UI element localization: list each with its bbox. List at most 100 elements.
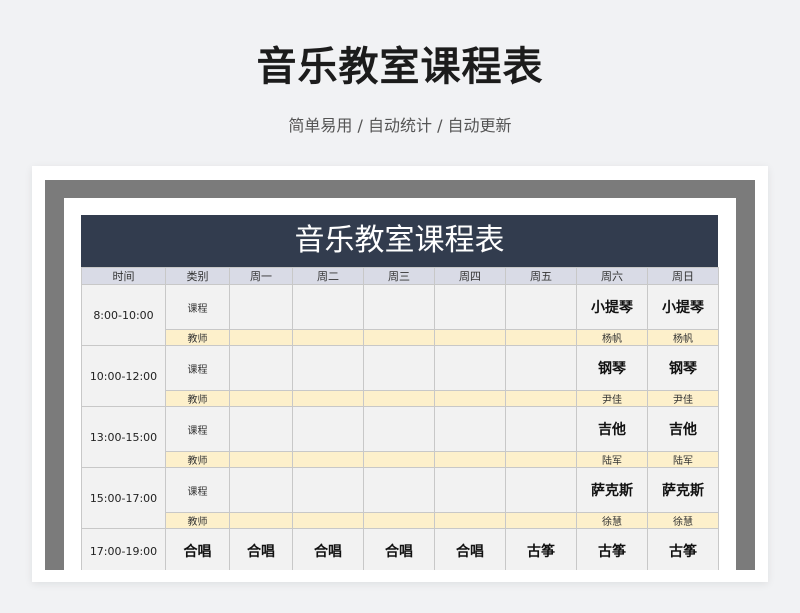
page-subtitle: 简单易用 / 自动统计 / 自动更新 — [288, 116, 512, 135]
time-slot-cell[interactable]: 8:00-10:00 — [81, 284, 166, 346]
course-cell[interactable] — [229, 345, 293, 391]
teacher-cell[interactable] — [229, 329, 293, 346]
teacher-cell[interactable] — [363, 512, 435, 529]
teacher-cell[interactable] — [363, 451, 435, 468]
course-cell[interactable] — [505, 467, 577, 513]
course-cell[interactable] — [363, 345, 435, 391]
teacher-cell[interactable] — [363, 329, 435, 346]
teacher-cell[interactable] — [434, 512, 506, 529]
schedule-table: 时间 类别 周一 周二 周三 周四 周五 周六 周日 8:00-10:00 课程 — [81, 267, 719, 570]
teacher-cell[interactable] — [434, 329, 506, 346]
teacher-cell[interactable] — [505, 390, 577, 407]
header-mon: 周一 — [229, 267, 293, 285]
course-cell[interactable] — [434, 406, 506, 452]
header-sat: 周六 — [576, 267, 648, 285]
teacher-cell[interactable]: 陆军 — [647, 451, 719, 468]
course-cell[interactable]: 萨克斯 — [647, 467, 719, 513]
course-row: 8:00-10:00 课程 小提琴 小提琴 — [81, 284, 719, 346]
course-row: 17:00-19:00 合唱 合唱 合唱 合唱 合唱 古筝 古筝 古筝 — [81, 528, 719, 570]
course-cell[interactable] — [292, 284, 364, 330]
course-cell[interactable] — [229, 406, 293, 452]
course-label-cell[interactable]: 课程 — [165, 406, 230, 452]
teacher-cell[interactable] — [292, 512, 364, 529]
teacher-cell[interactable]: 徐慧 — [647, 512, 719, 529]
teacher-cell[interactable] — [229, 451, 293, 468]
header-sun: 周日 — [647, 267, 719, 285]
course-cell[interactable]: 合唱 — [363, 528, 435, 570]
course-cell[interactable] — [434, 467, 506, 513]
course-cell[interactable]: 小提琴 — [576, 284, 648, 330]
schedule-body: 8:00-10:00 课程 小提琴 小提琴 教师 杨帆 杨帆 10:00-12:… — [81, 284, 719, 570]
course-cell[interactable] — [363, 406, 435, 452]
teacher-cell[interactable] — [292, 390, 364, 407]
teacher-cell[interactable]: 杨帆 — [647, 329, 719, 346]
teacher-cell[interactable] — [505, 451, 577, 468]
course-cell[interactable] — [363, 467, 435, 513]
course-cell[interactable]: 钢琴 — [647, 345, 719, 391]
teacher-label-cell[interactable]: 教师 — [165, 512, 230, 529]
spreadsheet-preview-frame: 音乐教室课程表 时间 类别 周一 周二 周三 周四 周五 周六 周日 8:00-… — [45, 180, 755, 570]
course-cell[interactable] — [505, 345, 577, 391]
teacher-cell[interactable] — [505, 512, 577, 529]
teacher-cell[interactable]: 尹佳 — [647, 390, 719, 407]
time-slot-cell[interactable]: 10:00-12:00 — [81, 345, 166, 407]
course-cell[interactable] — [229, 467, 293, 513]
course-cell[interactable]: 钢琴 — [576, 345, 648, 391]
teacher-cell[interactable] — [229, 512, 293, 529]
teacher-row: 教师 杨帆 杨帆 — [82, 329, 719, 346]
course-cell[interactable]: 古筝 — [576, 528, 648, 570]
course-label-cell[interactable]: 课程 — [165, 284, 230, 330]
course-row: 15:00-17:00 课程 萨克斯 萨克斯 — [81, 467, 719, 529]
header-tue: 周二 — [292, 267, 364, 285]
header-time: 时间 — [81, 267, 166, 285]
teacher-row: 教师 徐慧 徐慧 — [82, 512, 719, 529]
teacher-cell[interactable] — [434, 390, 506, 407]
course-cell[interactable]: 吉他 — [647, 406, 719, 452]
course-cell[interactable]: 萨克斯 — [576, 467, 648, 513]
teacher-cell[interactable] — [292, 451, 364, 468]
course-label-cell[interactable]: 课程 — [165, 467, 230, 513]
course-cell[interactable] — [363, 284, 435, 330]
course-cell[interactable] — [434, 345, 506, 391]
course-cell[interactable]: 合唱 — [434, 528, 506, 570]
schedule-banner: 音乐教室课程表 — [81, 215, 718, 267]
teacher-cell[interactable]: 尹佳 — [576, 390, 648, 407]
teacher-cell[interactable] — [363, 390, 435, 407]
course-cell[interactable]: 古筝 — [647, 528, 719, 570]
course-cell[interactable] — [292, 406, 364, 452]
teacher-label-cell[interactable]: 教师 — [165, 329, 230, 346]
course-cell[interactable] — [292, 467, 364, 513]
course-row: 10:00-12:00 课程 钢琴 钢琴 — [81, 345, 719, 407]
course-cell[interactable]: 合唱 — [229, 528, 293, 570]
time-slot-cell[interactable]: 15:00-17:00 — [81, 467, 166, 529]
teacher-cell[interactable]: 杨帆 — [576, 329, 648, 346]
course-cell[interactable] — [292, 345, 364, 391]
course-cell[interactable]: 合唱 — [165, 528, 230, 570]
time-slot-cell[interactable]: 13:00-15:00 — [81, 406, 166, 468]
course-cell[interactable]: 小提琴 — [647, 284, 719, 330]
spreadsheet-sheet: 音乐教室课程表 时间 类别 周一 周二 周三 周四 周五 周六 周日 8:00-… — [64, 198, 736, 570]
header-row: 时间 类别 周一 周二 周三 周四 周五 周六 周日 — [81, 267, 719, 285]
header-category: 类别 — [165, 267, 230, 285]
teacher-cell[interactable] — [505, 329, 577, 346]
teacher-cell[interactable] — [292, 329, 364, 346]
course-cell[interactable]: 合唱 — [292, 528, 364, 570]
course-row: 13:00-15:00 课程 吉他 吉他 — [81, 406, 719, 468]
course-cell[interactable] — [505, 406, 577, 452]
course-cell[interactable]: 古筝 — [505, 528, 577, 570]
course-cell[interactable] — [505, 284, 577, 330]
teacher-cell[interactable] — [229, 390, 293, 407]
course-cell[interactable] — [229, 284, 293, 330]
teacher-row: 教师 陆军 陆军 — [82, 451, 719, 468]
course-cell[interactable] — [434, 284, 506, 330]
course-cell[interactable]: 吉他 — [576, 406, 648, 452]
teacher-row: 教师 尹佳 尹佳 — [82, 390, 719, 407]
header-thu: 周四 — [434, 267, 506, 285]
teacher-cell[interactable]: 陆军 — [576, 451, 648, 468]
teacher-cell[interactable] — [434, 451, 506, 468]
teacher-cell[interactable]: 徐慧 — [576, 512, 648, 529]
course-label-cell[interactable]: 课程 — [165, 345, 230, 391]
teacher-label-cell[interactable]: 教师 — [165, 390, 230, 407]
time-slot-cell[interactable]: 17:00-19:00 — [81, 528, 166, 570]
teacher-label-cell[interactable]: 教师 — [165, 451, 230, 468]
